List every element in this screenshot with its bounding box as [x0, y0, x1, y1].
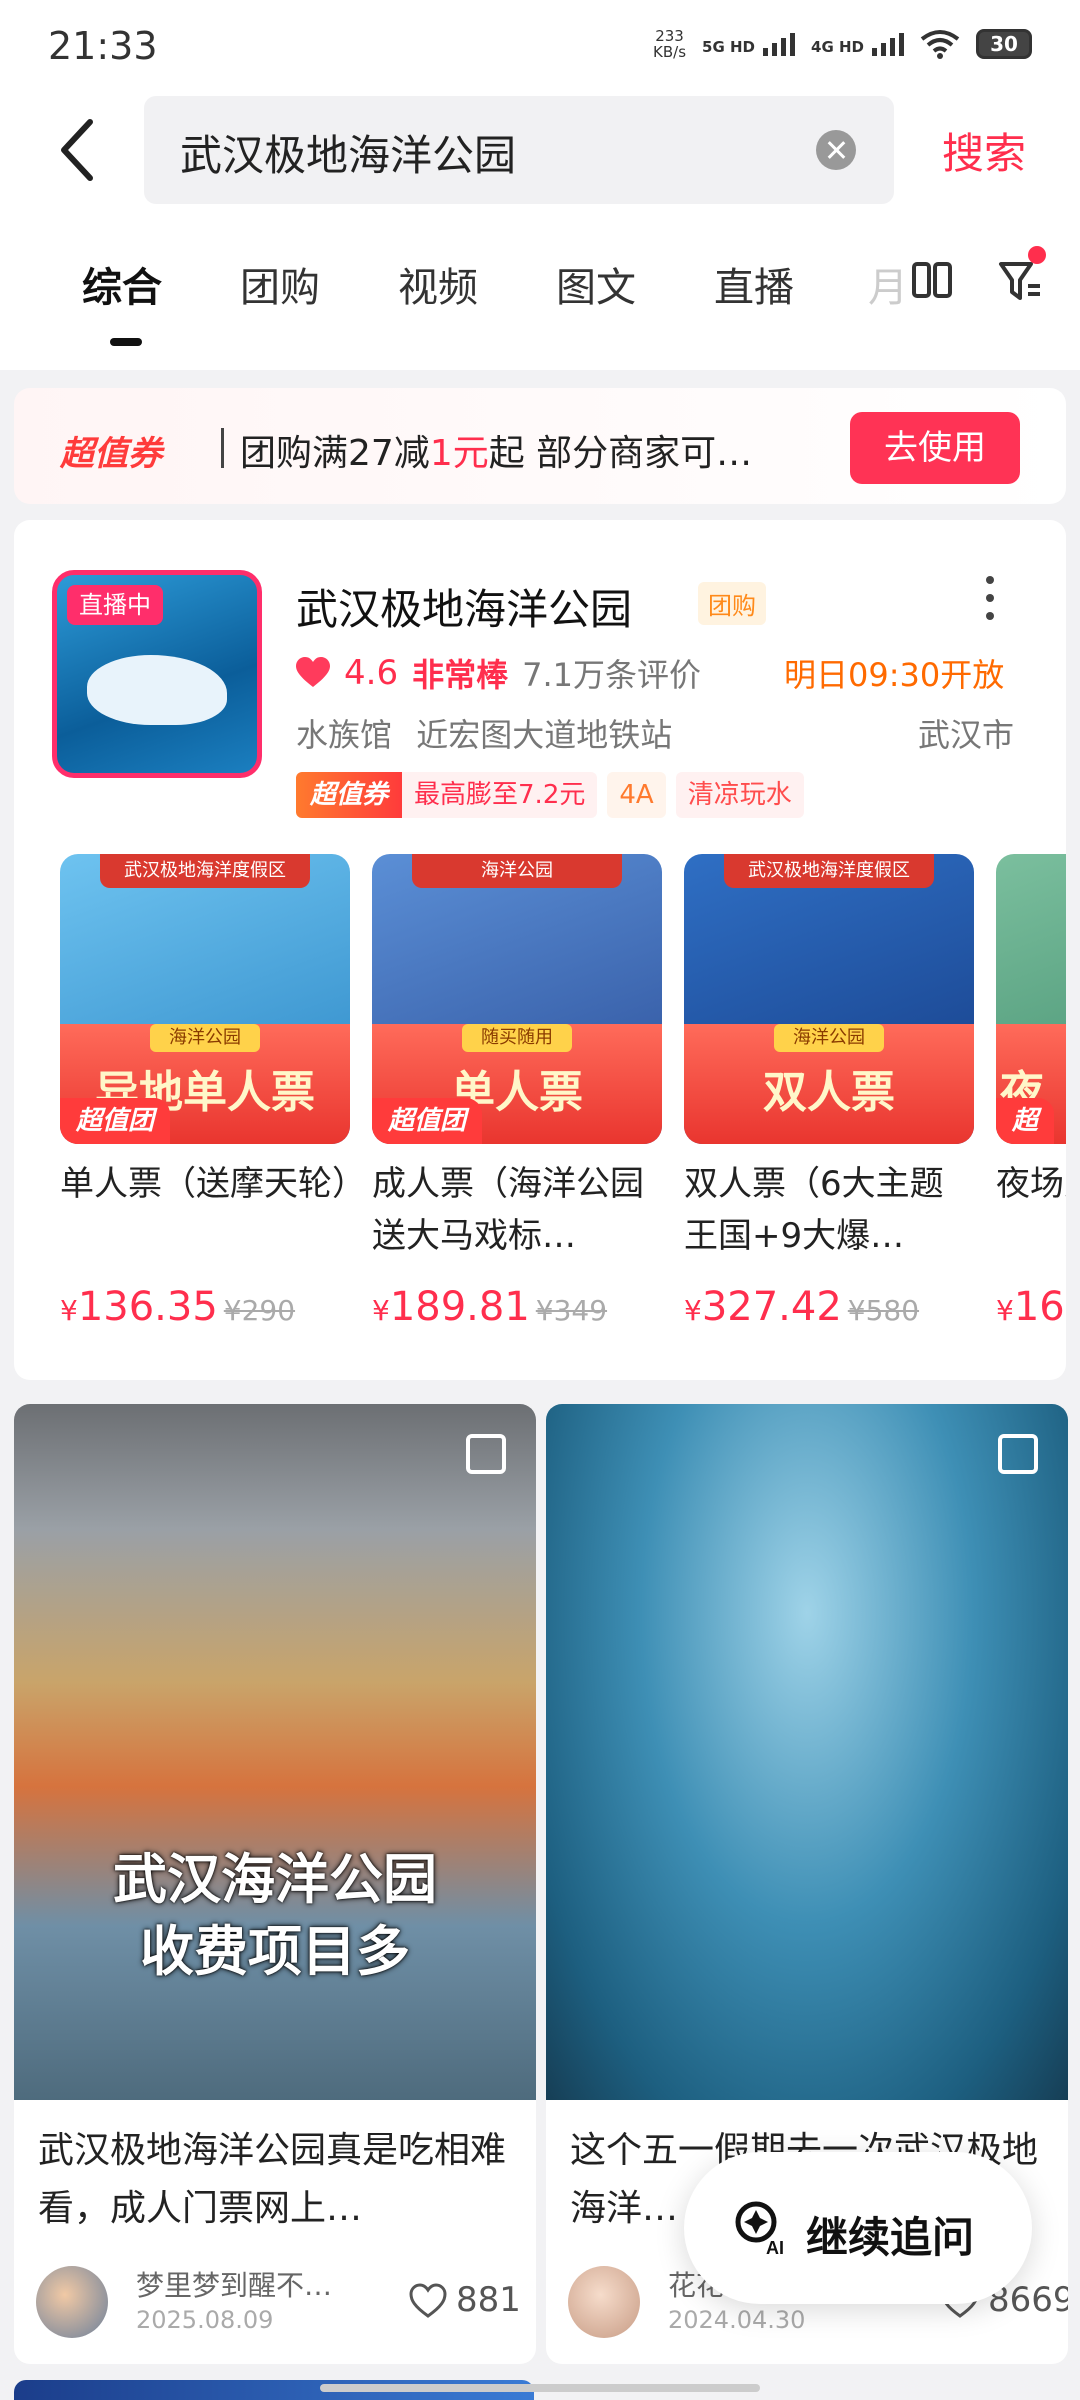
coupon-logo: 超值券: [60, 434, 162, 474]
expand-tag: 最高膨至7.2元: [402, 772, 598, 818]
super-deal-badge: 超: [996, 1098, 1055, 1144]
coupon-text: 团购满27减1元起 部分商家可…: [240, 433, 753, 474]
super-coupon-tag: 超值券: [296, 772, 403, 818]
product-card[interactable]: 武汉极地海洋度假区 海洋公园 异地单人票 超值团 单人票（送摩天轮） ¥136.…: [60, 854, 350, 1330]
product-card[interactable]: 武汉极地海洋度假区 海洋公园 双人票 双人票（6大主题王国+9大爆… ¥327.…: [684, 854, 974, 1330]
active-tab-indicator: [110, 338, 142, 346]
note-title[interactable]: 武汉极地海洋公园真是吃相难看，成人门票网上…: [38, 2122, 518, 2238]
note-author-row: 梦里梦到醒不… 2025.08.09 881: [36, 2264, 521, 2344]
heart-outline-icon[interactable]: [408, 2282, 448, 2320]
product-image[interactable]: 海洋公园 随买随用 单人票 超值团: [372, 854, 662, 1144]
product-price: ¥327.42 ¥580: [684, 1284, 920, 1330]
rating-score: 4.6: [344, 653, 399, 693]
layout-toggle-icon[interactable]: [912, 262, 952, 298]
product-carousel[interactable]: 武汉极地海洋度假区 海洋公园 异地单人票 超值团 单人票（送摩天轮） ¥136.…: [60, 854, 1066, 1374]
tab-live[interactable]: 直播: [714, 255, 794, 313]
product-price: ¥189.81 ¥349: [372, 1284, 608, 1330]
poi-tags: 超值券 最高膨至7.2元 4A 清凉玩水: [296, 772, 804, 818]
group-buy-tag: 团购: [698, 582, 766, 625]
beluga-image: [87, 655, 227, 725]
product-price: ¥16: [996, 1284, 1065, 1330]
ai-sparkle-icon: AI: [735, 2201, 784, 2258]
product-price: ¥136.35 ¥290: [60, 1284, 296, 1330]
search-input[interactable]: 武汉极地海洋公园: [144, 96, 894, 204]
signal-4g-icon: 4G HD: [811, 32, 904, 56]
status-time: 21:33: [48, 24, 158, 68]
divider: [221, 428, 224, 468]
use-coupon-button[interactable]: 去使用: [850, 412, 1020, 484]
tab-comprehensive[interactable]: 综合: [82, 255, 162, 313]
product-image[interactable]: 武汉极地海洋度假区 海洋公园 双人票: [684, 854, 974, 1144]
wifi-icon: [920, 30, 960, 59]
poi-location: 近宏图大道地铁站: [416, 716, 673, 754]
poi-city: 武汉市: [917, 716, 1014, 754]
multi-image-icon: [466, 1434, 506, 1474]
rating-row: 4.6 非常棒 7.1万条评价: [296, 650, 701, 696]
product-image[interactable]: 夜 超: [996, 854, 1066, 1144]
tab-more-partial[interactable]: 月: [868, 255, 908, 313]
product-card[interactable]: 夜 超 夜场天轮 ¥16: [996, 854, 1066, 1330]
battery-icon: 30: [976, 29, 1032, 59]
poi-card[interactable]: 直播中 武汉极地海洋公园 团购 4.6 非常棒 7.1万条评价 明日09:30开…: [14, 520, 1066, 1380]
like-count: 881: [456, 2280, 521, 2320]
status-bar: 21:33 233 KB/s 5G HD 4G HD 30: [0, 0, 1080, 90]
home-indicator[interactable]: [320, 2384, 760, 2392]
super-deal-badge: 超值团: [60, 1098, 171, 1144]
back-arrow-icon[interactable]: [54, 118, 104, 182]
product-card[interactable]: 海洋公园 随买随用 单人票 超值团 成人票（海洋公园送大马戏标… ¥189.81…: [372, 854, 662, 1330]
filter-icon[interactable]: [998, 260, 1042, 302]
coupon-banner[interactable]: 超值券 团购满27减1元起 部分商家可… 去使用: [14, 388, 1066, 504]
status-icons: 233 KB/s 5G HD 4G HD 30: [653, 28, 1032, 60]
continue-ask-button[interactable]: AI 继续追问: [684, 2152, 1032, 2304]
open-time: 明日09:30开放: [784, 656, 1005, 694]
theme-tag: 清凉玩水: [675, 772, 804, 818]
search-button[interactable]: 搜索: [942, 120, 1026, 181]
product-image[interactable]: 武汉极地海洋度假区 海洋公园 异地单人票 超值团: [60, 854, 350, 1144]
avatar[interactable]: [36, 2266, 108, 2338]
note-overlay-text: 武汉海洋公园 收费项目多: [113, 1848, 437, 1983]
super-deal-badge: 超值团: [372, 1098, 483, 1144]
note-image[interactable]: 武汉海洋公园 收费项目多: [14, 1404, 536, 2100]
poi-name[interactable]: 武汉极地海洋公园: [296, 576, 632, 637]
review-count: 7.1万条评价: [522, 656, 701, 694]
product-title[interactable]: 夜场天轮: [996, 1158, 1066, 1262]
net-speed: 233 KB/s: [653, 27, 687, 61]
poi-category: 水族馆: [296, 716, 393, 754]
product-title[interactable]: 单人票（送摩天轮）: [60, 1158, 350, 1262]
poi-live-thumbnail[interactable]: 直播中: [52, 570, 262, 778]
continue-ask-label: 继续追问: [806, 2213, 975, 2262]
note-image[interactable]: [546, 1404, 1068, 2100]
tab-image-text[interactable]: 图文: [556, 255, 636, 313]
author-name[interactable]: 梦里梦到醒不…: [136, 2264, 376, 2304]
avatar[interactable]: [568, 2266, 640, 2338]
svg-text:AI: AI: [766, 2238, 784, 2258]
more-options-icon[interactable]: [986, 576, 996, 626]
product-title[interactable]: 成人票（海洋公园送大马戏标…: [372, 1158, 662, 1262]
multi-image-icon: [998, 1434, 1038, 1474]
heart-icon: [296, 657, 330, 687]
search-header: 武汉极地海洋公园 搜索: [0, 90, 1080, 210]
product-title[interactable]: 双人票（6大主题王国+9大爆…: [684, 1158, 974, 1262]
category-tabs: 综合 团购 视频 图文 直播 月: [0, 210, 1080, 370]
tab-video[interactable]: 视频: [398, 255, 478, 313]
level-tag: 4A: [607, 772, 666, 818]
signal-5g-icon: 5G HD: [702, 32, 796, 56]
search-query[interactable]: 武汉极地海洋公园: [180, 122, 516, 183]
poi-meta: 水族馆 近宏图大道地铁站: [296, 710, 672, 756]
post-date: 2024.04.30: [668, 2306, 806, 2334]
note-card[interactable]: 武汉海洋公园 收费项目多 武汉极地海洋公园真是吃相难看，成人门票网上… 梦里梦到…: [14, 1404, 536, 2364]
notification-dot: [1028, 246, 1046, 264]
clear-icon[interactable]: [816, 130, 856, 170]
tab-group-buy[interactable]: 团购: [240, 255, 320, 313]
live-badge: 直播中: [67, 585, 163, 625]
rating-praise: 非常棒: [412, 656, 509, 694]
post-date: 2025.08.09: [136, 2306, 274, 2334]
